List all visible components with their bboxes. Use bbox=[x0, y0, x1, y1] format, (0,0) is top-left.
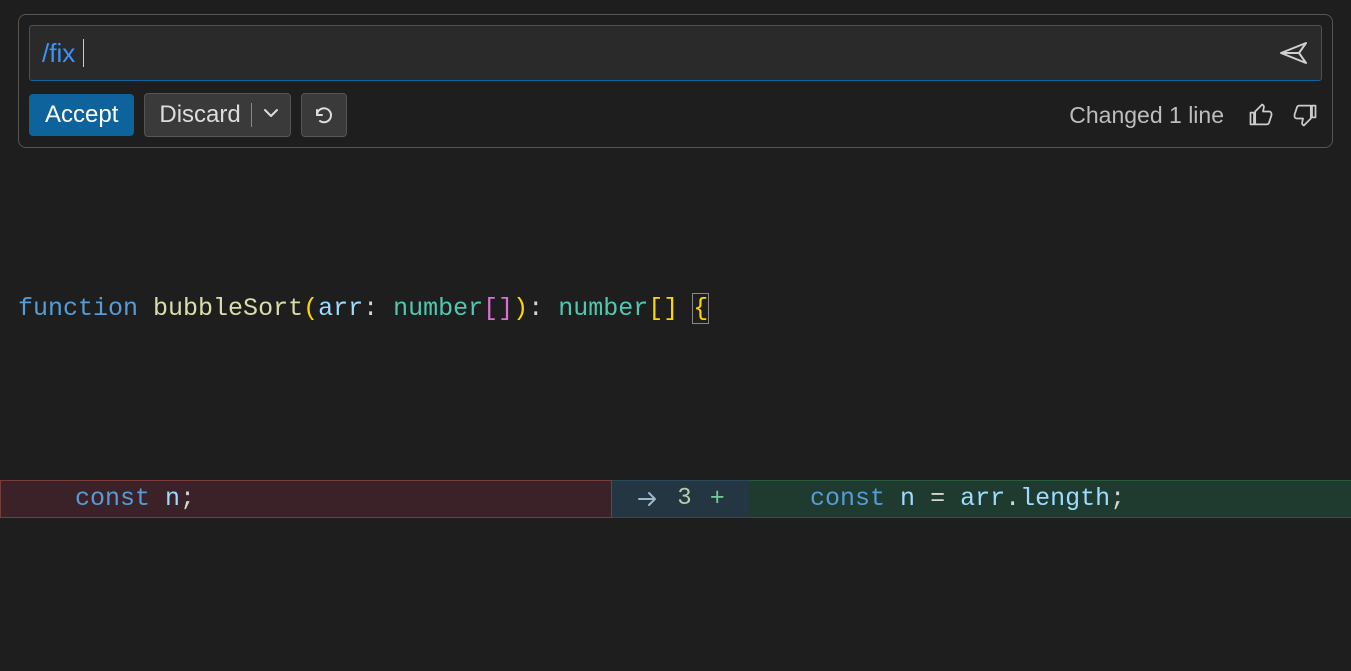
discard-button[interactable]: Discard bbox=[144, 93, 290, 137]
separator bbox=[251, 103, 252, 127]
send-icon[interactable] bbox=[1279, 40, 1309, 66]
refresh-icon bbox=[313, 104, 335, 126]
diff-plus: + bbox=[710, 480, 725, 518]
thumbs-up-button[interactable] bbox=[1244, 98, 1278, 132]
diff-line: const n; 3+ const n = arr.length; bbox=[0, 480, 1351, 518]
code-line: function bubbleSort(arr: number[]): numb… bbox=[0, 290, 1351, 328]
thumbs-up-icon bbox=[1247, 101, 1275, 129]
text-caret bbox=[83, 39, 84, 67]
command-input[interactable]: /fix bbox=[29, 25, 1322, 81]
changed-lines-label: Changed 1 line bbox=[1069, 102, 1224, 129]
arrow-right-icon bbox=[637, 490, 659, 508]
inline-chat-panel: /fix Accept Discard Changed 1 line bbox=[18, 14, 1333, 148]
command-input-text: /fix bbox=[42, 38, 1279, 69]
regenerate-button[interactable] bbox=[301, 93, 347, 137]
thumbs-down-icon bbox=[1291, 101, 1319, 129]
added-code: const n = arr.length; bbox=[750, 480, 1351, 518]
thumbs-down-button[interactable] bbox=[1288, 98, 1322, 132]
accept-button[interactable]: Accept bbox=[29, 94, 134, 136]
chevron-down-icon[interactable] bbox=[262, 101, 280, 129]
discard-label: Discard bbox=[159, 101, 240, 129]
command-text: /fix bbox=[42, 38, 75, 69]
diff-line-number: 3 bbox=[677, 480, 691, 518]
action-bar: Accept Discard Changed 1 line bbox=[29, 93, 1322, 137]
code-editor[interactable]: function bubbleSort(arr: number[]): numb… bbox=[0, 176, 1351, 671]
diff-arrow[interactable]: 3+ bbox=[612, 480, 750, 518]
removed-code: const n; bbox=[0, 480, 612, 518]
